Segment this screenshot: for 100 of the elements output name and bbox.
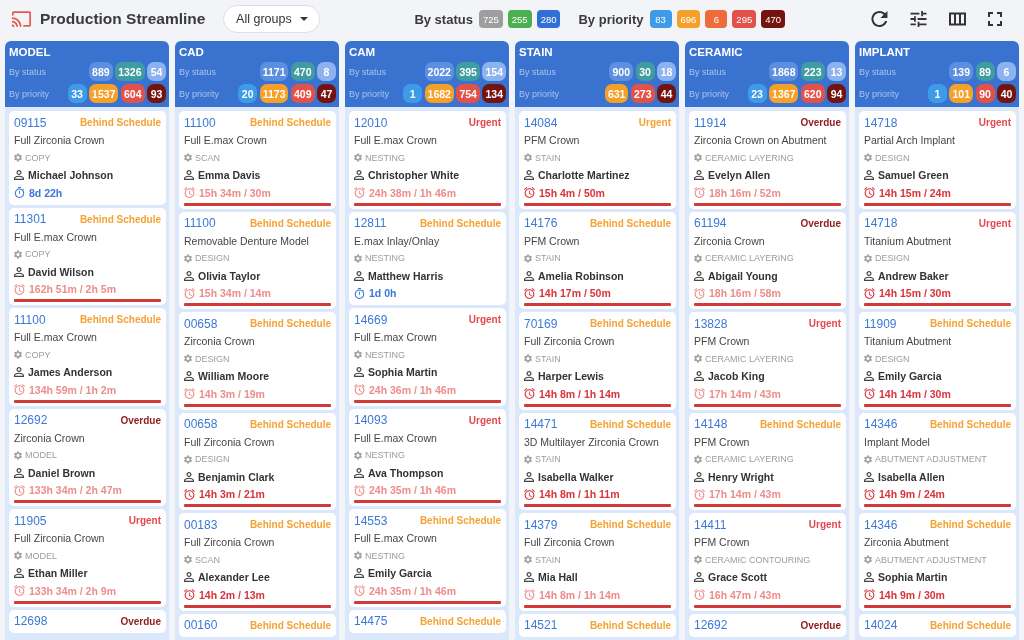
- product-name: PFM Crown: [524, 133, 581, 149]
- order-card[interactable]: 11100 Behind Schedule Removable Denture Model DESIGN Olivia Taylor 15h 34m / 14m: [179, 211, 336, 309]
- alarm-clock-icon: [184, 388, 195, 400]
- order-status: Urgent: [978, 117, 1011, 129]
- person-icon: [524, 170, 534, 181]
- order-number: 11100: [184, 115, 216, 130]
- order-card[interactable]: 14176 Behind Schedule PFM Crown STAIN Amelia Robinson 14h 17m / 50m: [519, 211, 676, 309]
- alarm-clock-icon: [524, 488, 535, 500]
- count-badge: 1367: [769, 84, 799, 103]
- column-title: CAM: [349, 45, 377, 59]
- order-number: 11301: [14, 212, 47, 227]
- order-status: Behind Schedule: [419, 515, 501, 527]
- person-icon: [14, 367, 24, 378]
- order-card[interactable]: 70169 Behind Schedule Full Zirconia Crown STAIN Harper Lewis 14h 8m / 1h 14m: [519, 312, 676, 410]
- order-card[interactable]: 14084 Urgent PFM Crown STAIN Charlotte Martinez 15h 4m / 50m: [519, 111, 676, 209]
- column-title: MODEL: [9, 45, 52, 59]
- count-badge: 90: [975, 84, 995, 103]
- order-card[interactable]: 11100 Behind Schedule Full E.max Crown COPY James Anderson 134h 59m / 1h 2m: [9, 308, 166, 406]
- assignee-name: Olivia Taylor: [198, 269, 261, 282]
- elapsed-time: 24h 35m / 1h 46m: [369, 484, 456, 497]
- elapsed-time: 24h 36m / 1h 46m: [369, 383, 456, 396]
- elapsed-time: 14h 15m / 30m: [879, 287, 951, 300]
- order-card[interactable]: 12010 Urgent Full E.max Crown NESTING Christopher White 24h 38m / 1h 46m: [349, 111, 506, 209]
- person-icon: [864, 572, 874, 583]
- order-card[interactable]: 00658 Behind Schedule Full Zirconia Crown DESIGN Benjamin Clark 14h 3m / 21m: [179, 412, 336, 510]
- order-card[interactable]: 14024 Behind Schedule: [859, 613, 1016, 637]
- count-badge: 33: [67, 84, 87, 103]
- order-number: 14521: [524, 618, 558, 633]
- order-number: 14346: [864, 517, 898, 532]
- order-card[interactable]: 00183 Behind Schedule Full Zirconia Crown SCAN Alexander Lee 14h 2m / 13m: [179, 513, 336, 611]
- order-number: 14148: [694, 417, 728, 432]
- order-card[interactable]: 14475 Behind Schedule: [349, 609, 506, 633]
- order-card[interactable]: 12692 Overdue: [689, 613, 846, 637]
- order-card[interactable]: 14521 Behind Schedule: [519, 613, 676, 637]
- person-icon: [694, 371, 704, 382]
- order-card[interactable]: 14471 Behind Schedule 3D Multilayer Zirconia Crown STAIN Isabella Walker 14h 8m / 1h 11m: [519, 412, 676, 510]
- order-card[interactable]: 14553 Behind Schedule Full E.max Crown NESTING Emily Garcia 24h 35m / 1h 46m: [349, 509, 506, 607]
- order-card[interactable]: 00658 Behind Schedule Zirconia Crown DESIGN William Moore 14h 3m / 19m: [179, 312, 336, 410]
- person-icon: [14, 266, 24, 277]
- order-card[interactable]: 61194 Overdue Zirconia Crown CERAMIC LAYERING Abigail Young 18h 16m / 58m: [689, 211, 846, 309]
- order-card[interactable]: 11301 Behind Schedule Full E.max Crown COPY David Wilson 162h 51m / 2h 5m: [9, 207, 166, 305]
- order-card[interactable]: 14718 Urgent Titanium Abutment DESIGN Andrew Baker 14h 15m / 30m: [859, 211, 1016, 309]
- priority-label: By priority: [859, 88, 899, 99]
- order-card[interactable]: 14379 Behind Schedule Full Zirconia Crown STAIN Mia Hall 14h 8m / 1h 14m: [519, 513, 676, 611]
- gear-icon: [524, 354, 532, 364]
- order-card[interactable]: 00160 Behind Schedule: [179, 613, 336, 637]
- gear-icon: [354, 551, 362, 561]
- stage-name: STAIN: [535, 152, 561, 163]
- order-card[interactable]: 11100 Behind Schedule Full E.max Crown SCAN Emma Davis 15h 34m / 30m: [179, 111, 336, 209]
- alarm-clock-icon: [864, 589, 875, 601]
- order-card[interactable]: 11905 Urgent Full Zirconia Crown MODEL Ethan Miller 133h 34m / 2h 9m: [9, 509, 166, 607]
- order-card[interactable]: 11914 Overdue Zirconia Crown on Abutment CERAMIC LAYERING Evelyn Allen 18h 16m / 52m: [689, 111, 846, 209]
- fullscreen-icon[interactable]: [988, 12, 1002, 26]
- order-card[interactable]: 14148 Behind Schedule PFM Crown CERAMIC LAYERING Henry Wright 17h 14m / 43m: [689, 412, 846, 510]
- order-card[interactable]: 12698 Overdue: [9, 609, 166, 633]
- gear-icon: [184, 454, 192, 464]
- order-number: 00658: [184, 417, 218, 432]
- order-card[interactable]: 14346 Behind Schedule Zirconia Abutment ABUTMENT ADJUSTMENT Sophia Martin 14h 9m / 30m: [859, 513, 1016, 611]
- stage-name: ABUTMENT ADJUSTMENT: [875, 454, 987, 465]
- order-card[interactable]: 09115 Behind Schedule Full Zirconia Crown COPY Michael Johnson 8d 22h: [9, 111, 166, 205]
- status-summary-label: By status: [414, 11, 473, 27]
- order-number: 11905: [14, 513, 47, 528]
- elapsed-time: 18h 16m / 58m: [709, 287, 781, 300]
- order-card[interactable]: 14093 Urgent Full E.max Crown NESTING Ava Thompson 24h 35m / 1h 46m: [349, 408, 506, 506]
- order-card[interactable]: 12692 Overdue Zirconia Crown MODEL Daniel Brown 133h 34m / 2h 47m: [9, 408, 166, 506]
- alarm-clock-icon: [354, 484, 365, 496]
- alarm-clock-icon: [14, 484, 25, 496]
- order-card[interactable]: 14346 Behind Schedule Implant Model ABUTMENT ADJUSTMENT Isabella Allen 14h 9m / 24m: [859, 412, 1016, 510]
- order-status: Behind Schedule: [79, 117, 161, 129]
- order-card[interactable]: 14669 Urgent Full E.max Crown NESTING Sophia Martin 24h 36m / 1h 46m: [349, 308, 506, 406]
- alarm-clock-icon: [694, 287, 705, 299]
- gear-icon: [354, 350, 362, 360]
- order-card[interactable]: 13828 Urgent PFM Crown CERAMIC LAYERING Jacob King 17h 14m / 43m: [689, 312, 846, 410]
- order-card[interactable]: 11909 Behind Schedule Titanium Abutment DESIGN Emily Garcia 14h 14m / 30m: [859, 312, 1016, 410]
- product-name: PFM Crown: [524, 233, 581, 249]
- order-status: Behind Schedule: [589, 418, 671, 430]
- order-number: 00658: [184, 316, 218, 331]
- sliders-icon[interactable]: [910, 11, 927, 27]
- order-number: 14553: [354, 513, 388, 528]
- group-dropdown[interactable]: All groups: [223, 5, 321, 33]
- gear-icon: [184, 153, 192, 163]
- alarm-clock-icon: [864, 187, 875, 199]
- assignee-name: Evelyn Allen: [708, 169, 771, 182]
- count-badge: 154: [482, 62, 506, 81]
- order-card[interactable]: 12811 Behind Schedule E.max Inlay/Onlay NESTING Matthew Harris 1d 0h: [349, 211, 506, 305]
- columns-icon[interactable]: [949, 11, 966, 27]
- elapsed-time: 14h 15m / 24m: [879, 186, 951, 199]
- person-icon: [864, 170, 874, 181]
- order-card[interactable]: 14718 Urgent Partial Arch Implant DESIGN Samuel Green 14h 15m / 24m: [859, 111, 1016, 209]
- count-badge: 13: [827, 62, 846, 81]
- order-number: 11914: [694, 115, 727, 130]
- order-card[interactable]: 14411 Urgent PFM Crown CERAMIC CONTOURING Grace Scott 16h 47m / 43m: [689, 513, 846, 611]
- person-icon: [184, 371, 194, 382]
- order-status: Urgent: [128, 515, 161, 527]
- order-status: Behind Schedule: [589, 217, 671, 229]
- product-name: Implant Model: [864, 434, 931, 450]
- count-badge: 620: [800, 84, 825, 103]
- elapsed-time: 18h 16m / 52m: [709, 186, 781, 199]
- order-status: Urgent: [808, 519, 841, 531]
- refresh-icon[interactable]: [871, 11, 888, 27]
